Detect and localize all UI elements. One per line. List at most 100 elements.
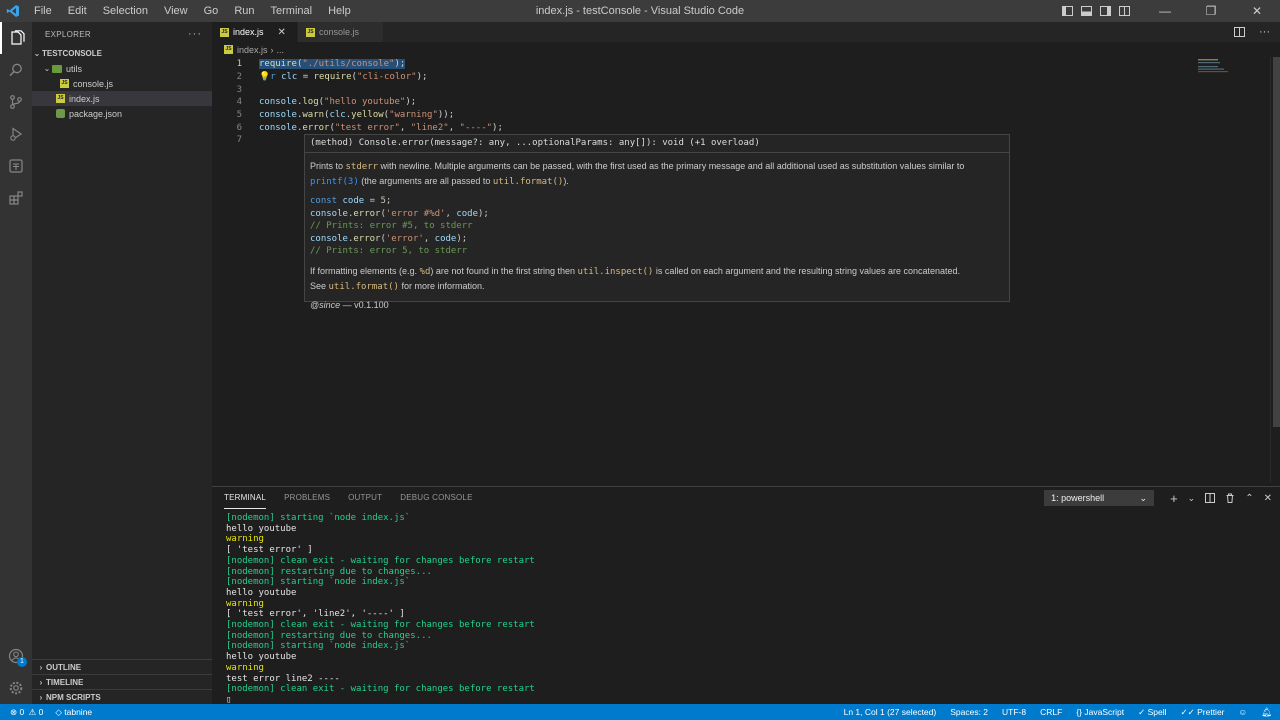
menu-run[interactable]: Run: [226, 0, 262, 22]
remote-explorer-icon[interactable]: [0, 150, 32, 182]
vscode-logo-icon: [0, 0, 26, 22]
problems-status[interactable]: ⊗ 0 ⚠ 0: [10, 707, 43, 718]
split-editor-icon[interactable]: [1234, 27, 1245, 37]
code-line: 4 console.log("hello youtube");: [212, 96, 1192, 109]
section-outline[interactable]: › OUTLINE: [32, 659, 212, 674]
language-mode[interactable]: {} JavaScript: [1076, 707, 1124, 717]
menu-view[interactable]: View: [156, 0, 196, 22]
source-control-icon[interactable]: [0, 86, 32, 118]
minimize-icon[interactable]: —: [1142, 0, 1188, 22]
inline-code: util.format(): [492, 177, 564, 187]
tab-problems[interactable]: PROBLEMS: [284, 487, 330, 509]
signature-text: (method) Console.error(message?: any, ..…: [310, 138, 760, 148]
tab-terminal[interactable]: TERMINAL: [224, 487, 267, 509]
terminal-output[interactable]: [nodemon] starting `node index.js` hello …: [226, 513, 1266, 706]
doc-text: with newline. Multiple arguments can be …: [378, 161, 965, 171]
since-value: — v0.1.100: [340, 299, 389, 310]
indentation[interactable]: Spaces: 2: [950, 707, 988, 717]
chevron-down-icon: ⌄: [1139, 492, 1148, 503]
terminal-line: warning: [226, 662, 264, 673]
tree-item-utils[interactable]: ⌄ utils: [32, 61, 212, 76]
code-line: 2 💡r clc = require("cli-color");: [212, 71, 1192, 84]
tab-console-js[interactable]: JS console.js: [298, 22, 384, 42]
workspace-folder[interactable]: ⌄ TESTCONSOLE: [32, 46, 212, 61]
spell-status[interactable]: ✓ Spell: [1138, 707, 1166, 718]
terminal-line: hello youtube: [226, 587, 297, 598]
inline-code: util.format(): [328, 281, 399, 292]
breadcrumb-symbol[interactable]: ...: [277, 45, 285, 55]
maximize-panel-icon[interactable]: ⌃: [1245, 493, 1253, 504]
scrollbar-thumb[interactable]: [1273, 57, 1280, 427]
notifications-bell-icon[interactable]: 🔔︎: [1261, 707, 1272, 718]
layout-controls: [1062, 0, 1130, 22]
terminal-line: test error line2 ----: [226, 673, 340, 684]
error-icon: ⊗: [10, 706, 18, 717]
breadcrumb-separator: ›: [270, 44, 274, 55]
chevron-down-icon[interactable]: ⌄: [1188, 493, 1196, 504]
terminal-line: [nodemon] starting `node index.js`: [226, 577, 411, 588]
toggle-secondary-sidebar-icon[interactable]: [1100, 6, 1111, 16]
panel-actions: 1: powershell ⌄ + ⌄ ⌃ ✕: [1044, 490, 1272, 506]
tree-item-package-json[interactable]: package.json: [32, 106, 212, 121]
close-panel-icon[interactable]: ✕: [1264, 493, 1272, 504]
minimap[interactable]: [1198, 57, 1268, 97]
tab-index-js[interactable]: JS index.js ✕: [212, 22, 298, 42]
tab-output[interactable]: OUTPUT: [348, 487, 382, 509]
editor-tabs: JS index.js ✕ JS console.js ···: [212, 22, 1280, 42]
settings-gear-icon[interactable]: [0, 672, 32, 704]
toggle-sidebar-icon[interactable]: [1062, 6, 1073, 16]
breadcrumb-file[interactable]: index.js: [237, 45, 268, 55]
section-npm-scripts[interactable]: › NPM SCRIPTS: [32, 689, 212, 704]
tabnine-status[interactable]: ◇ tabnine: [55, 707, 92, 718]
code-example-line: console.error('error #%d', code);: [310, 208, 489, 219]
terminal-line: hello youtube: [226, 523, 297, 534]
code-example-line: const code = 5;: [310, 196, 392, 206]
menu-edit[interactable]: Edit: [60, 0, 95, 22]
accounts-badge: 1: [17, 657, 27, 667]
toggle-panel-icon[interactable]: [1081, 6, 1092, 16]
editor-scrollbar[interactable]: [1270, 57, 1280, 483]
cursor-position[interactable]: Ln 1, Col 1 (27 selected): [844, 707, 937, 717]
line-ending[interactable]: CRLF: [1040, 707, 1062, 717]
close-window-icon[interactable]: ✕: [1234, 0, 1280, 22]
sidebar-bottom-sections: › OUTLINE › TIMELINE › NPM SCRIPTS: [32, 659, 212, 704]
terminal-select[interactable]: 1: powershell ⌄: [1044, 490, 1155, 506]
tree-item-index-js[interactable]: JS index.js: [32, 91, 212, 106]
tree-item-console-js[interactable]: JS console.js: [32, 76, 212, 91]
tab-debug-console[interactable]: DEBUG CONSOLE: [400, 487, 472, 509]
menu-go[interactable]: Go: [196, 0, 227, 22]
explorer-icon[interactable]: [0, 22, 32, 54]
restore-icon[interactable]: ❐: [1188, 0, 1234, 22]
menu-help[interactable]: Help: [320, 0, 359, 22]
more-actions-icon[interactable]: ···: [1259, 26, 1270, 38]
run-debug-icon[interactable]: [0, 118, 32, 150]
search-icon[interactable]: [0, 54, 32, 86]
menu-selection[interactable]: Selection: [95, 0, 156, 22]
extensions-icon[interactable]: [0, 182, 32, 214]
terminal-line: [nodemon] starting `node index.js`: [226, 513, 411, 523]
js-file-icon: JS: [220, 27, 229, 37]
activity-bar-bottom: 1: [0, 640, 32, 704]
tab-label: index.js: [233, 27, 264, 37]
feedback-icon[interactable]: ☺: [1239, 707, 1248, 717]
encoding[interactable]: UTF-8: [1002, 707, 1026, 717]
more-actions-icon[interactable]: ···: [188, 28, 202, 40]
inline-code-link[interactable]: printf(3): [310, 177, 359, 187]
lightbulb-icon[interactable]: 💡: [259, 72, 270, 82]
menu-file[interactable]: File: [26, 0, 60, 22]
hover-docs: Prints to stderr with newline. Multiple …: [305, 153, 1009, 316]
section-timeline[interactable]: › TIMELINE: [32, 674, 212, 689]
customize-layout-icon[interactable]: [1119, 6, 1130, 16]
close-icon[interactable]: ✕: [278, 27, 286, 38]
new-terminal-icon[interactable]: +: [1170, 491, 1178, 506]
accounts-icon[interactable]: 1: [0, 640, 32, 672]
chevron-down-icon: ⌄: [43, 64, 51, 73]
tree-item-label: index.js: [69, 93, 100, 104]
terminal-line: [nodemon] clean exit - waiting for chang…: [226, 684, 535, 695]
split-terminal-icon[interactable]: [1205, 493, 1216, 503]
trash-icon[interactable]: [1225, 493, 1235, 503]
menu-terminal[interactable]: Terminal: [263, 0, 321, 22]
doc-text: (the arguments are all passed to: [358, 176, 493, 186]
prettier-status[interactable]: ✓✓ Prettier: [1180, 707, 1224, 718]
line-content: require("./utils/console");: [259, 59, 406, 69]
